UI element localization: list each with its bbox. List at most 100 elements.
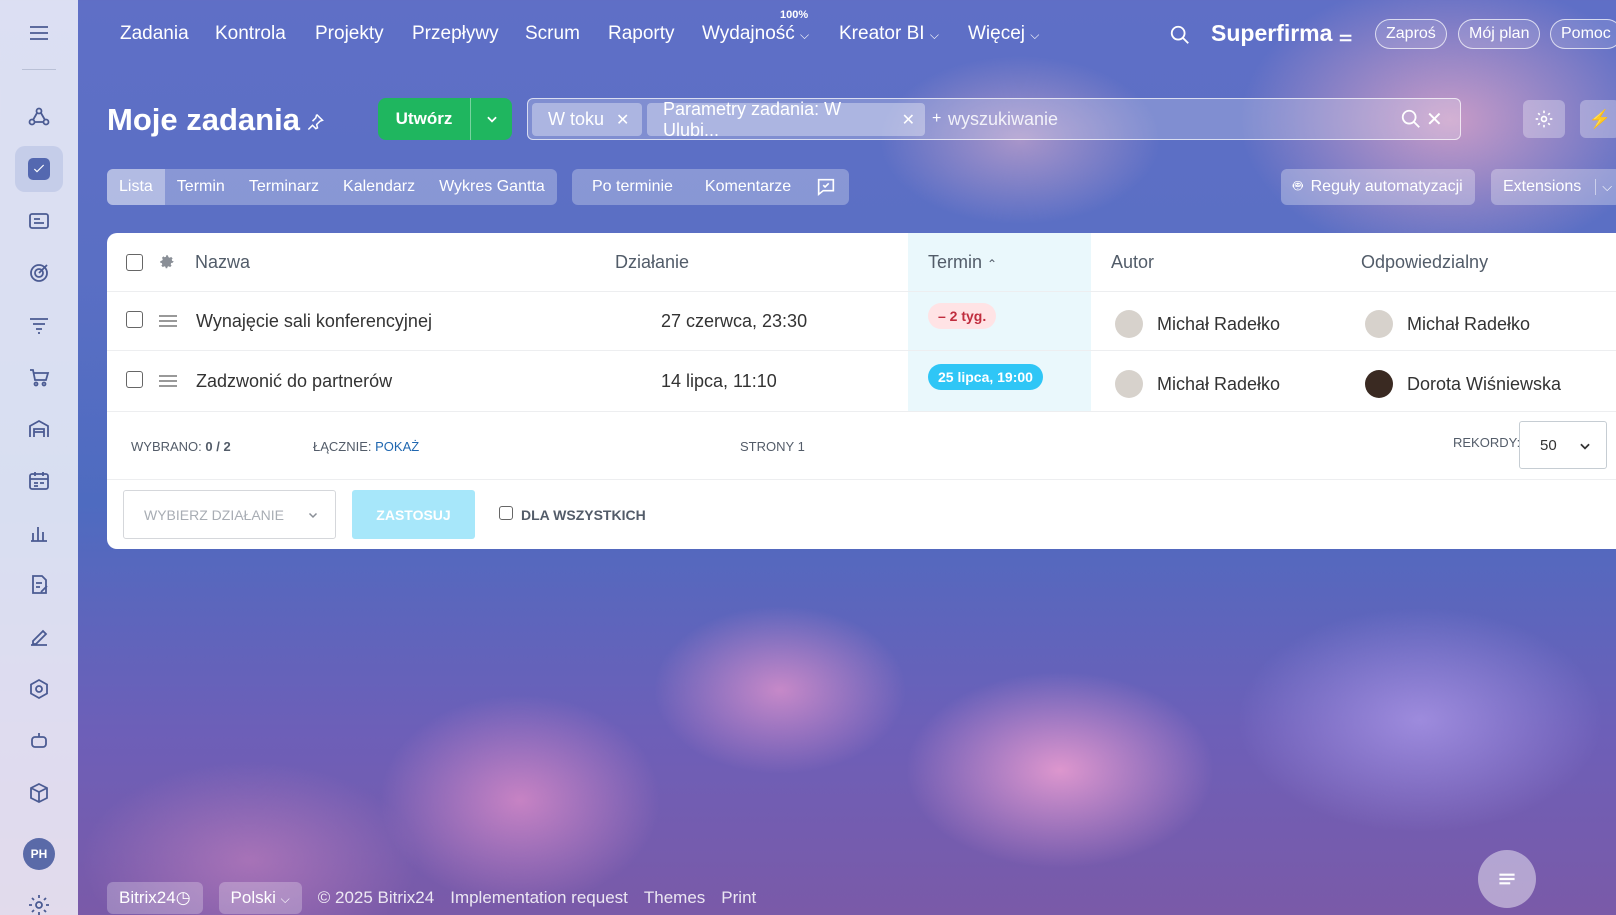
avatar[interactable] xyxy=(1115,310,1143,338)
search-icon[interactable] xyxy=(1400,108,1422,130)
search-icon[interactable] xyxy=(1169,24,1191,46)
for-all-checkbox[interactable] xyxy=(499,506,513,520)
calendar-icon[interactable] xyxy=(15,458,63,504)
avatar[interactable] xyxy=(1115,370,1143,398)
filter-komentarze[interactable]: Komentarze xyxy=(693,169,803,205)
records-per-page-select[interactable]: 50 xyxy=(1519,421,1607,469)
header-author[interactable]: Autor xyxy=(1111,252,1154,273)
robot-icon[interactable] xyxy=(15,718,63,764)
responsible-name[interactable]: Michał Radełko xyxy=(1407,314,1530,335)
tab-wykres-gantta[interactable]: Wykres Gantta xyxy=(427,169,557,205)
user-avatar[interactable]: PH xyxy=(23,838,55,870)
action-select[interactable]: WYBIERZ DZIAŁANIE xyxy=(123,490,336,539)
for-all-label: DLA WSZYSTKICH xyxy=(521,507,646,523)
analytics-icon[interactable] xyxy=(15,510,63,556)
help-button[interactable]: Pomoc xyxy=(1550,19,1616,49)
automation-icon[interactable] xyxy=(15,666,63,712)
tab-kalendarz[interactable]: Kalendarz xyxy=(331,169,427,205)
chat-button[interactable] xyxy=(1478,850,1536,908)
chevron-down-icon: ⌵ xyxy=(1595,179,1612,195)
filter-po-terminie[interactable]: Po terminie xyxy=(572,169,693,205)
crm-icon[interactable] xyxy=(15,94,63,140)
filter-chip-favorites[interactable]: Parametry zadania: W Ulubi... ✕ xyxy=(647,99,925,140)
select-all-checkbox[interactable] xyxy=(126,254,143,271)
nav-projekty[interactable]: Projekty xyxy=(315,23,384,45)
invite-button[interactable]: Zaproś xyxy=(1375,19,1447,49)
author-name[interactable]: Michał Radełko xyxy=(1157,314,1280,335)
header-activity[interactable]: Działanie xyxy=(615,252,689,273)
drag-handle-icon[interactable] xyxy=(159,372,177,390)
sign-icon[interactable] xyxy=(15,614,63,660)
responsible-name[interactable]: Dorota Wiśniewska xyxy=(1407,374,1561,395)
author-name[interactable]: Michał Radełko xyxy=(1157,374,1280,395)
header-responsible[interactable]: Odpowiedzialny xyxy=(1361,252,1488,273)
deadline-badge[interactable]: – 2 tyg. xyxy=(928,303,997,329)
warehouse-icon[interactable] xyxy=(15,406,63,452)
marketing-target-icon[interactable] xyxy=(15,250,63,296)
filter-search-box[interactable]: W toku ✕ Parametry zadania: W Ulubi... ✕ +… xyxy=(527,98,1461,140)
avatar[interactable] xyxy=(1365,370,1393,398)
filter-chip-in-progress[interactable]: W toku ✕ xyxy=(532,103,642,136)
contact-center-icon[interactable] xyxy=(15,198,63,244)
language-select[interactable]: Polski ⌵ xyxy=(218,882,302,914)
extensions-button[interactable]: Extensions ⌵ xyxy=(1491,169,1616,205)
task-activity: 27 czerwca, 23:30 xyxy=(661,311,808,331)
nav-raporty[interactable]: Raporty xyxy=(608,23,675,45)
add-filter-plus[interactable]: + xyxy=(932,110,941,128)
chevron-down-icon[interactable] xyxy=(470,98,512,140)
nav-kontrola[interactable]: Kontrola xyxy=(215,23,286,45)
efficiency-percent: 100% xyxy=(780,9,809,21)
row-divider xyxy=(107,479,1616,480)
quick-filters: Po terminie Komentarze xyxy=(572,169,850,205)
show-total-link[interactable]: POKAŻ xyxy=(375,439,419,454)
apply-button[interactable]: ZASTOSUJ xyxy=(352,490,475,539)
pin-icon[interactable] xyxy=(305,112,325,132)
brand-name[interactable]: Superfirma ⚌ xyxy=(1211,20,1352,47)
page-footer: Bitrix24◷ Polski ⌵ © 2025 Bitrix24 Imple… xyxy=(107,880,756,915)
chat-icon xyxy=(1499,873,1515,885)
gear-icon[interactable] xyxy=(158,253,176,271)
close-icon[interactable]: ✕ xyxy=(616,110,629,130)
nav-scrum[interactable]: Scrum xyxy=(525,23,580,45)
row-checkbox[interactable] xyxy=(126,371,143,388)
tab-lista[interactable]: Lista xyxy=(107,169,165,205)
settings-icon[interactable] xyxy=(15,882,63,915)
row-checkbox[interactable] xyxy=(126,311,143,328)
nav-kreator-bi[interactable]: Kreator BI ⌵ xyxy=(839,23,939,45)
nav-przeplywy[interactable]: Przepływy xyxy=(412,23,499,45)
nav-wydajnosc[interactable]: Wydajność ⌵ xyxy=(702,23,809,45)
shop-icon[interactable] xyxy=(15,354,63,400)
search-input[interactable]: wyszukiwanie xyxy=(948,109,1058,130)
page-title: Moje zadania xyxy=(107,102,300,137)
funnel-icon[interactable] xyxy=(15,302,63,348)
footer-link-themes[interactable]: Themes xyxy=(644,888,705,908)
settings-button[interactable] xyxy=(1523,100,1565,138)
footer-link-print[interactable]: Print xyxy=(721,888,756,908)
automation-rules-button[interactable]: 🤖︎ Reguły automatyzacji xyxy=(1281,169,1475,205)
clear-icon[interactable]: ✕ xyxy=(1426,107,1443,132)
create-button[interactable]: Utwórz xyxy=(378,98,512,140)
footer-link-implementation[interactable]: Implementation request xyxy=(450,888,628,908)
my-plan-button[interactable]: Mój plan xyxy=(1458,19,1541,49)
header-name[interactable]: Nazwa xyxy=(195,252,250,273)
documents-icon[interactable] xyxy=(15,562,63,608)
task-name[interactable]: Wynajęcie sali konferencyjnej xyxy=(196,311,432,332)
bolt-button[interactable]: ⚡ xyxy=(1580,100,1616,138)
avatar[interactable] xyxy=(1365,310,1393,338)
header-deadline[interactable]: Termin ⌃ xyxy=(928,252,997,273)
tab-terminarz[interactable]: Terminarz xyxy=(237,169,331,205)
chat-icon[interactable] xyxy=(803,169,849,205)
tasks-icon[interactable] xyxy=(15,146,63,192)
nav-wiecej[interactable]: Więcej ⌵ xyxy=(968,23,1039,45)
tab-termin[interactable]: Termin xyxy=(165,169,237,205)
menu-icon[interactable] xyxy=(15,10,63,56)
nav-zadania[interactable]: Zadania xyxy=(120,23,189,45)
deadline-badge[interactable]: 25 lipca, 19:00 xyxy=(928,364,1043,390)
close-icon[interactable]: ✕ xyxy=(902,110,915,130)
box-icon[interactable] xyxy=(15,770,63,816)
drag-handle-icon[interactable] xyxy=(159,312,177,330)
task-name[interactable]: Zadzwonić do partnerów xyxy=(196,371,392,392)
records-label: REKORDY: xyxy=(1453,435,1521,450)
bitrix-logo[interactable]: Bitrix24◷ xyxy=(107,882,203,914)
row-divider xyxy=(107,291,1616,292)
